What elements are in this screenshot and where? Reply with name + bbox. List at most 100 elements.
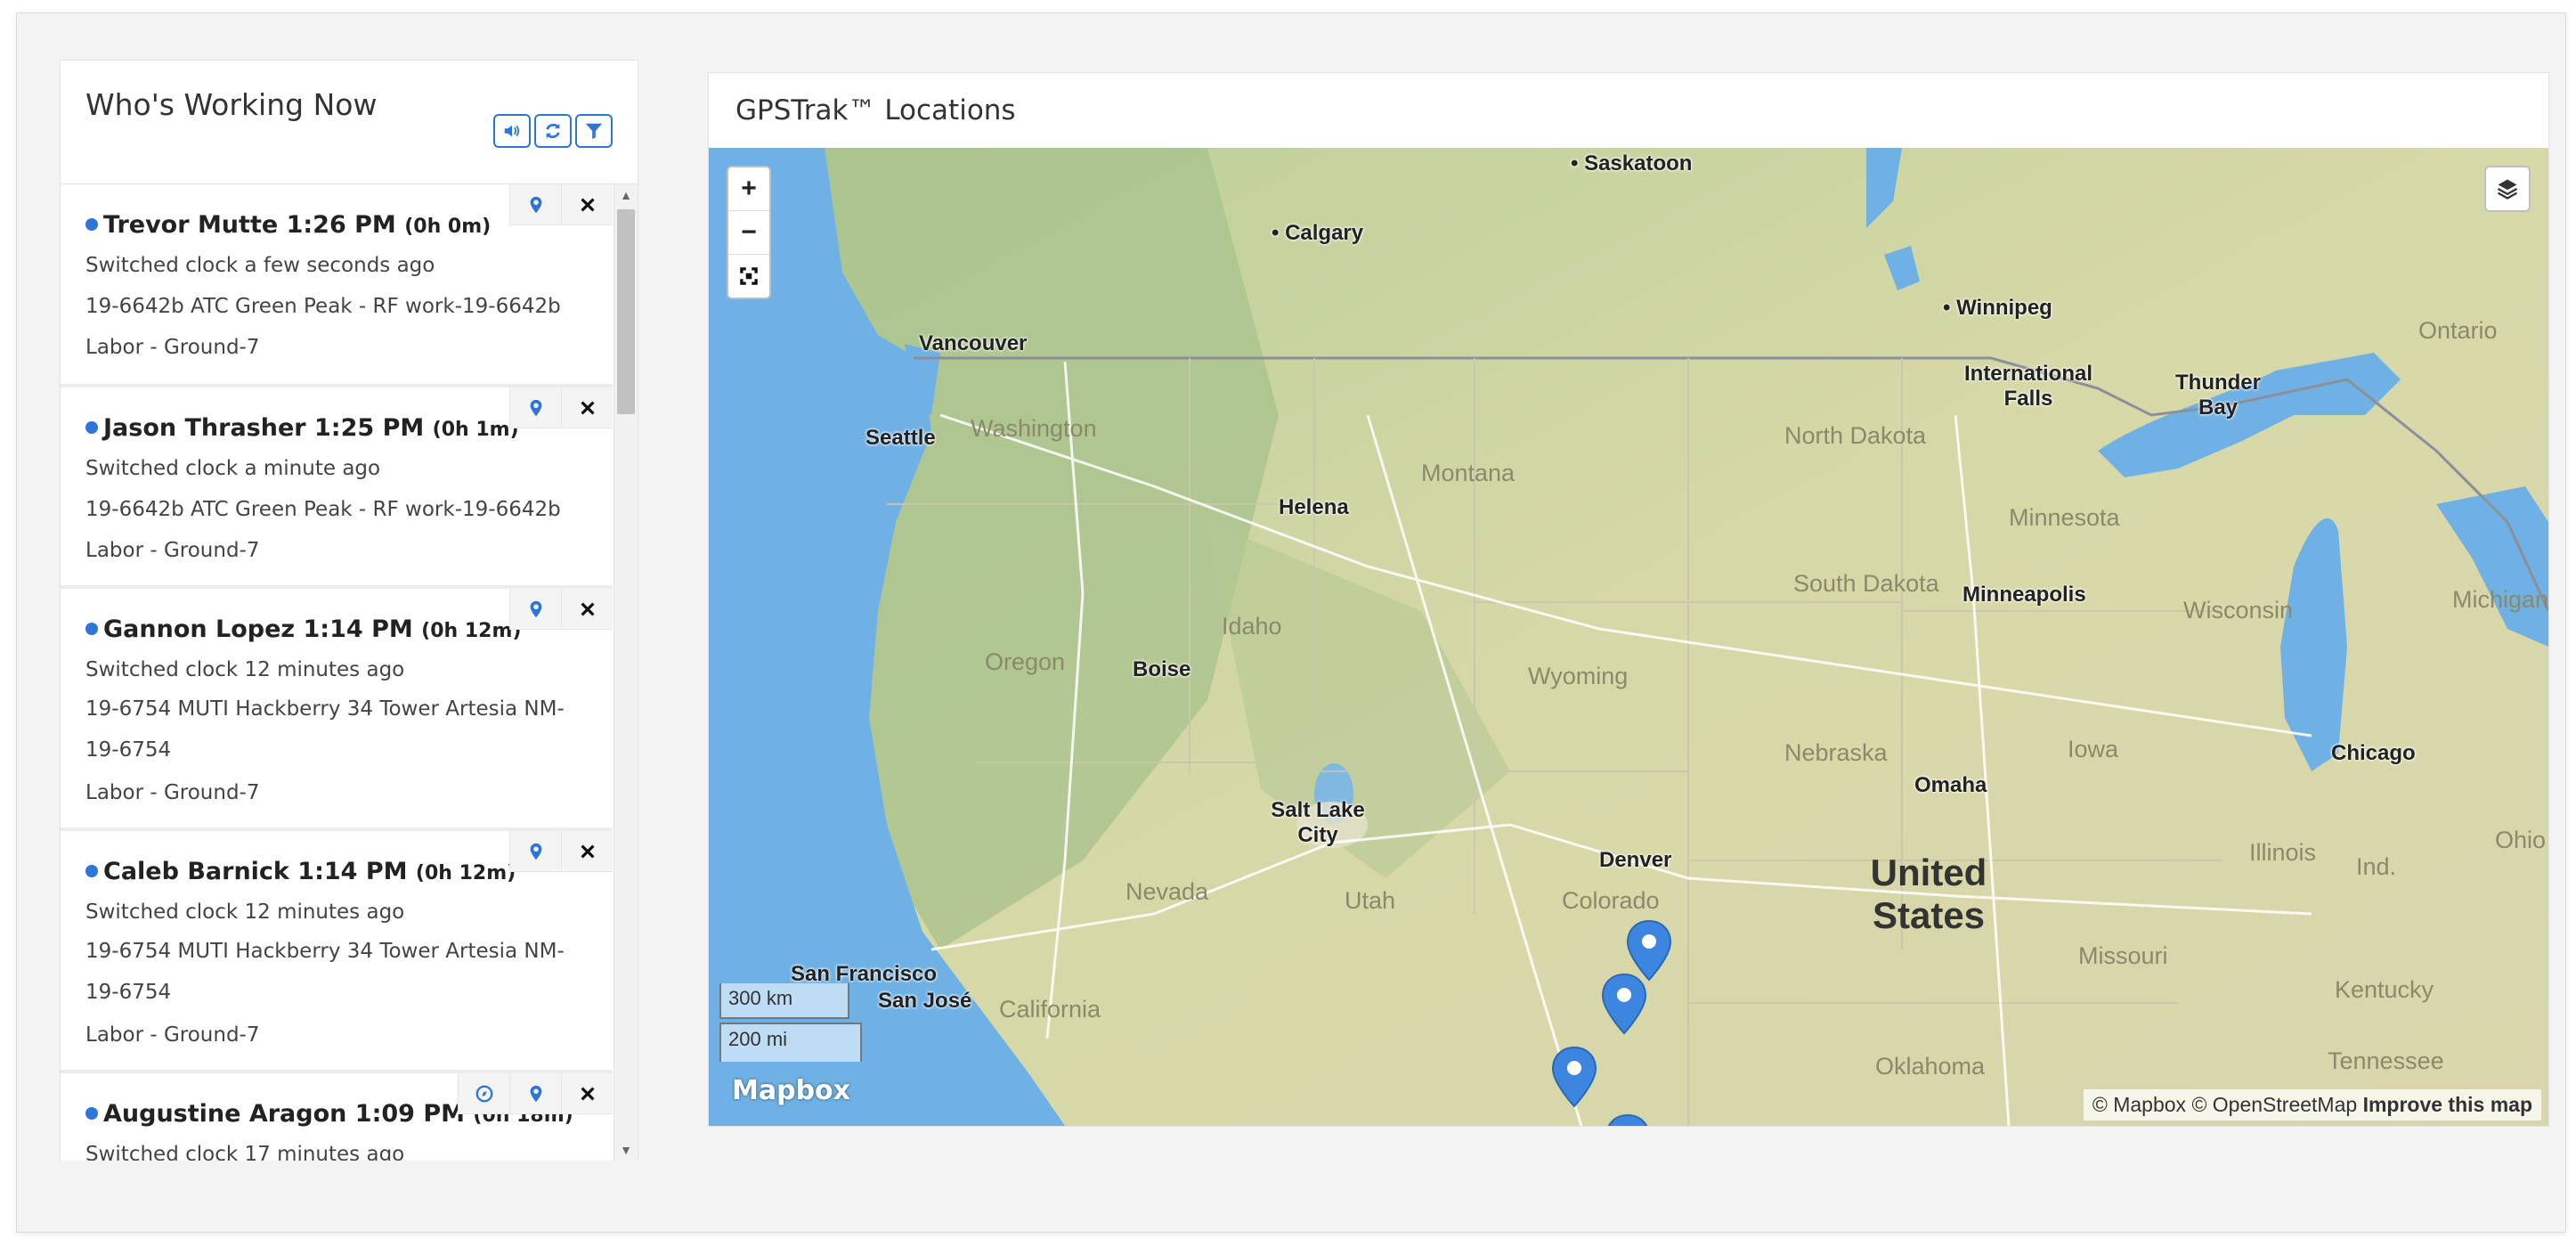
close-icon [580,601,595,616]
region-label: Michigan [2452,586,2548,613]
close-icon [580,197,595,212]
close-icon [580,400,595,415]
panel-toolbar [493,114,613,148]
worker-job: 19-6754 MUTI Hackberry 34 Tower Artesia … [85,940,565,1004]
region-label: Idaho [1222,613,1282,640]
locate-button[interactable] [509,589,561,630]
region-label: Missouri [2078,942,2168,969]
region-label: Wyoming [1528,663,1629,689]
worker-job: 19-6642b ATC Green Peak - RF work-19-664… [85,498,561,521]
country-label: United States [1870,852,1987,936]
mapbox-logo[interactable]: Mapbox [732,1075,850,1106]
zoom-control: + − [727,166,771,299]
gpstrak-panel: GPSTrak™ Locations Washington Ontario No… [708,72,2549,1127]
speaker-button[interactable] [493,114,531,148]
region-label: Montana [1421,460,1516,486]
remove-button[interactable] [561,589,613,630]
region-label: Ind. [2356,853,2397,880]
locate-button[interactable] [509,387,561,428]
worker-card: Jason Thrasher 1:25 PM (0h 1m) Switched … [61,387,613,589]
map-title: GPSTrak™ Locations [735,94,1016,126]
navigate-button[interactable] [458,1073,509,1114]
city-label: Thunder Bay [2175,371,2261,420]
city-label: • Calgary [1272,221,1364,245]
locate-button[interactable] [509,831,561,872]
remove-button[interactable] [561,831,613,872]
region-label: North Dakota [1784,422,1927,449]
scroll-up-arrow-icon[interactable]: ▲ [614,184,638,206]
region-label: Illinois [2249,839,2317,866]
whos-working-panel: Who's Working Now Trevor Mutte 1:26 PM (… [60,60,638,1161]
improve-map-link[interactable]: Improve this map [2363,1093,2532,1116]
worker-name-line[interactable]: Caleb Barnick 1:14 PM (0h 12m) [85,858,516,885]
map-pin-icon [530,399,541,416]
worker-job: 19-6642b ATC Green Peak - RF work-19-664… [85,295,561,318]
layers-button[interactable] [2484,166,2531,212]
remove-button[interactable] [561,184,613,225]
region-label: Wisconsin [2183,597,2294,624]
refresh-button[interactable] [534,114,572,148]
region-label: Nevada [1125,878,1209,905]
filter-icon [585,123,603,140]
worker-name-line[interactable]: Jason Thrasher 1:25 PM (0h 1m) [85,414,519,442]
scroll-thumb[interactable] [617,209,635,414]
map-pin-icon [530,600,541,617]
worker-task: Labor - Ground-7 [85,781,260,804]
remove-button[interactable] [561,1073,613,1114]
map-view[interactable]: Washington Ontario North Dakota Montana … [709,148,2548,1126]
osm-attribution-link[interactable]: © OpenStreetMap [2191,1093,2357,1116]
remove-button[interactable] [561,387,613,428]
mapbox-attribution-link[interactable]: © Mapbox [2092,1093,2186,1116]
map-pin-icon [530,1085,541,1102]
worker-task: Labor - Ground-7 [85,539,260,562]
worker-status: Switched clock 12 minutes ago [85,658,405,681]
map-pin-icon [530,843,541,860]
status-dot [85,218,98,231]
region-label: Utah [1345,887,1396,914]
locate-button[interactable] [509,184,561,225]
refresh-icon [546,123,560,139]
worker-name-line[interactable]: Gannon Lopez 1:14 PM (0h 12m) [85,615,521,643]
region-label: Colorado [1562,887,1660,914]
city-label: San José [878,989,972,1013]
region-label: Ontario [2418,317,2498,344]
worker-status: Switched clock a minute ago [85,457,381,480]
region-label: Tennessee [2328,1047,2444,1074]
status-dot [85,623,98,635]
region-label: Iowa [2068,736,2119,762]
fullscreen-icon [740,267,758,285]
region-label: Oregon [985,648,1066,675]
location-marker-icon[interactable] [1605,1113,1651,1126]
list-scrollbar[interactable]: ▲ ▼ [614,184,638,1161]
worker-status: Switched clock a few seconds ago [85,254,435,277]
scale-mi: 200 mi [719,1023,862,1062]
worker-task: Labor - Ground-7 [85,1023,260,1047]
scroll-down-arrow-icon[interactable]: ▼ [614,1139,638,1161]
city-label: • Winnipeg [1943,296,2052,320]
city-label: Boise [1133,657,1191,681]
city-label: Salt Lake City [1271,798,1365,847]
worker-name-line[interactable]: Trevor Mutte 1:26 PM (0h 0m) [85,211,491,239]
zoom-out-button[interactable]: − [728,211,769,255]
locate-button[interactable] [509,1073,561,1114]
worker-status: Switched clock 17 minutes ago [85,1143,405,1161]
map-attribution: © Mapbox © OpenStreetMap Improve this ma… [2083,1089,2541,1121]
fullscreen-button[interactable] [728,255,769,297]
region-label: Kentucky [2335,976,2434,1003]
city-label: Seattle [865,426,936,450]
worker-list[interactable]: Trevor Mutte 1:26 PM (0h 0m) Switched cl… [61,183,638,1161]
panel-title: Who's Working Now [85,87,378,122]
compass-icon [475,1085,492,1102]
worker-task: Labor - Ground-7 [85,336,260,359]
city-label: • Saskatoon [1571,151,1693,175]
region-label: Nebraska [1784,739,1888,766]
zoom-in-button[interactable]: + [728,167,769,211]
location-marker-icon[interactable] [1601,973,1647,1035]
speaker-icon [504,125,520,137]
filter-button[interactable] [575,114,613,148]
close-icon [580,1086,595,1101]
location-marker-icon[interactable] [1551,1046,1597,1108]
city-label: Chicago [2331,741,2416,765]
region-label: Ohio [2495,827,2547,853]
worker-card: Caleb Barnick 1:14 PM (0h 12m) Switched … [61,831,613,1073]
